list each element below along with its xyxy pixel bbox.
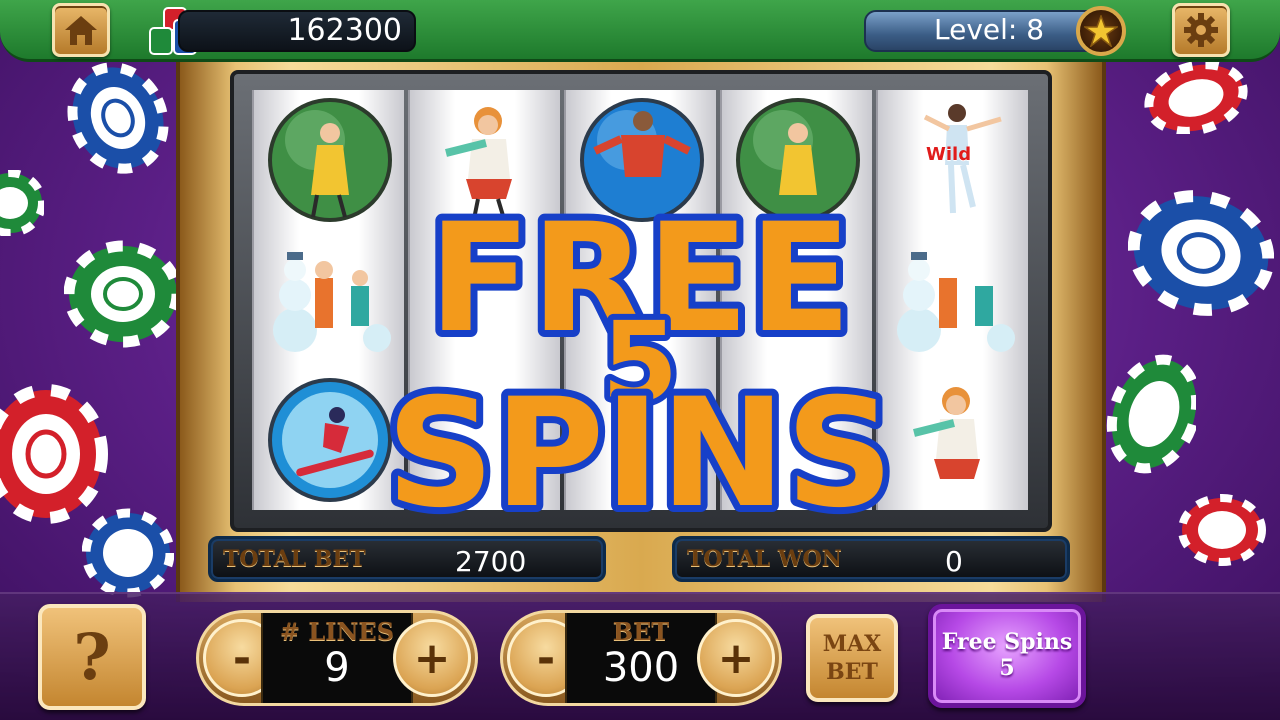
bet-label: BET: [612, 617, 670, 646]
poker-chip-decoration: [82, 508, 174, 598]
poker-chip-decoration: [1144, 62, 1248, 134]
lines-stepper: - # LINES 9 +: [196, 610, 478, 706]
level-star-button[interactable]: [1076, 6, 1126, 56]
total-bet-display: TOTAL BET 2700: [208, 536, 606, 582]
free-spins-button-label: Free Spins: [941, 629, 1073, 655]
settings-button[interactable]: [1172, 3, 1230, 57]
total-bet-value: 2700: [455, 545, 527, 578]
coin-balance: 162300: [178, 10, 416, 52]
overlay-spins-text: SPINS: [386, 367, 893, 540]
bet-stepper: - BET 300 +: [500, 610, 782, 706]
poker-chip-decoration: [1178, 494, 1266, 566]
total-bet-label: TOTAL BET: [223, 546, 366, 572]
max-bet-button[interactable]: MAX BET: [806, 614, 898, 702]
poker-chip-decoration: [67, 62, 169, 174]
free-spins-button-count: 5: [999, 655, 1015, 681]
bet-value: 300: [602, 645, 680, 691]
free-spins-button[interactable]: Free Spins 5: [928, 604, 1086, 708]
home-icon: [65, 16, 97, 45]
poker-chip-decoration: [0, 170, 44, 236]
star-icon: [1084, 15, 1118, 47]
poker-chip-decoration: [1106, 354, 1196, 474]
total-won-label: TOTAL WON: [687, 546, 842, 572]
poker-chip-decoration: [0, 384, 108, 524]
max-bet-label-line2: BET: [826, 659, 878, 685]
lines-value: 9: [324, 645, 350, 691]
level-display: Level: 8: [864, 10, 1092, 52]
gear-icon: [1184, 13, 1218, 47]
poker-chip-decoration: [1128, 190, 1274, 316]
wild-label: Wild: [926, 144, 972, 165]
free-spins-overlay: FREE 5 SPINS: [379, 185, 900, 540]
home-button[interactable]: [52, 3, 110, 57]
poker-chip-decoration: [64, 240, 182, 348]
lines-label: # LINES: [279, 617, 395, 646]
lines-increase-button[interactable]: +: [393, 619, 471, 697]
bet-display: BET 300: [565, 613, 717, 703]
total-won-value: 0: [945, 545, 963, 578]
max-bet-label-line1: MAX: [822, 631, 882, 657]
lines-display: # LINES 9: [261, 613, 413, 703]
total-won-display: TOTAL WON 0: [672, 536, 1070, 582]
question-icon: ?: [73, 619, 111, 695]
help-button[interactable]: ?: [38, 604, 146, 710]
bet-increase-button[interactable]: +: [697, 619, 775, 697]
